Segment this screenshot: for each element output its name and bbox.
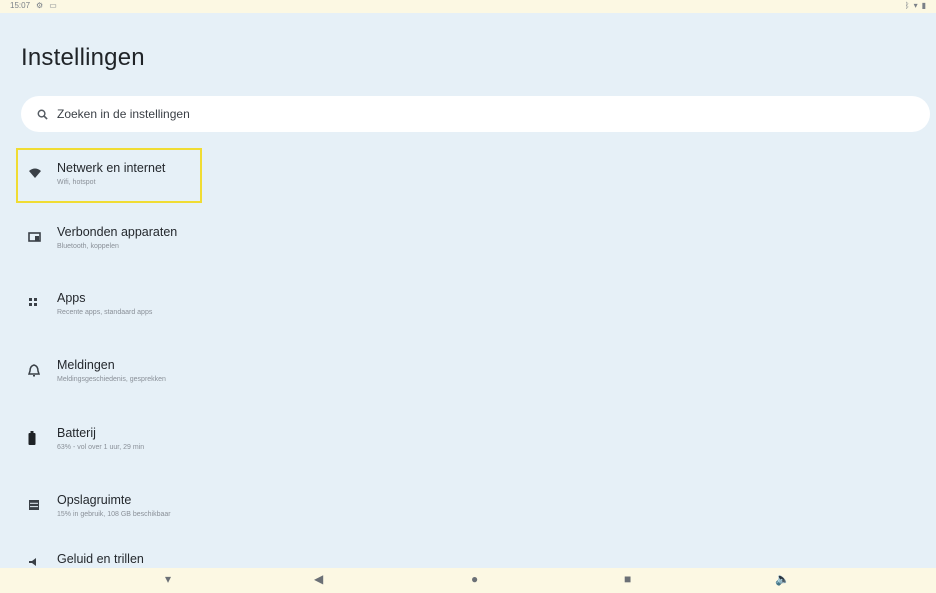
wifi-status-icon: ▾ bbox=[913, 1, 918, 10]
storage-icon bbox=[28, 496, 54, 514]
settings-item-batterij[interactable]: Batterij 63% - vol over 1 uur, 29 min bbox=[21, 413, 621, 463]
settings-item-label: Batterij bbox=[57, 425, 96, 440]
settings-item-apps[interactable]: Apps Recente apps, standaard apps bbox=[21, 278, 621, 328]
status-left: 15:07 ⚙ ▭ bbox=[10, 1, 57, 10]
bell-icon bbox=[28, 361, 54, 379]
settings-item-sub: 15% in gebruik, 108 GB beschikbaar bbox=[57, 510, 171, 518]
settings-item-sub: Recente apps, standaard apps bbox=[57, 308, 153, 316]
settings-item-label: Apps bbox=[57, 290, 86, 305]
navigation-bar: ▾ ◀ ● ■ 🔈 bbox=[0, 568, 936, 593]
screen-icon: ▭ bbox=[49, 1, 57, 10]
settings-item-meldingen[interactable]: Meldingen Meldingsgeschiedenis, gesprekk… bbox=[21, 345, 621, 395]
settings-item-sub: Meldingsgeschiedenis, gesprekken bbox=[57, 375, 166, 383]
battery-icon bbox=[28, 429, 54, 447]
recents-icon[interactable]: ■ bbox=[624, 572, 631, 586]
settings-item-sub: Bluetooth, koppelen bbox=[57, 242, 119, 250]
status-time: 15:07 bbox=[10, 1, 31, 10]
search-placeholder: Zoeken in de instellingen bbox=[57, 107, 190, 121]
settings-item-sub: 63% - vol over 1 uur, 29 min bbox=[57, 443, 145, 451]
home-icon[interactable]: ● bbox=[471, 572, 478, 586]
status-bar: 15:07 ⚙ ▭ ᛒ ▾ ▮ bbox=[0, 0, 936, 13]
apps-icon bbox=[28, 294, 54, 312]
settings-item-label: Verbonden apparaten bbox=[57, 224, 178, 239]
highlight-box bbox=[16, 148, 202, 203]
bluetooth-icon: ᛒ bbox=[904, 1, 910, 10]
search-bar[interactable]: Zoeken in de instellingen bbox=[21, 96, 930, 132]
search-icon bbox=[35, 107, 49, 121]
page-title: Instellingen bbox=[21, 44, 145, 71]
back-icon[interactable]: ◀ bbox=[314, 572, 323, 586]
settings-item-label: Geluid en trillen bbox=[57, 552, 144, 566]
settings-item-label: Meldingen bbox=[57, 357, 115, 372]
settings-item-verbonden[interactable]: Verbonden apparaten Bluetooth, koppelen bbox=[21, 212, 621, 262]
settings-small-icon: ⚙ bbox=[36, 1, 44, 10]
keyboard-icon[interactable]: ▾ bbox=[165, 572, 171, 586]
battery-small-icon: ▮ bbox=[921, 1, 926, 10]
status-right: ᛒ ▾ ▮ bbox=[905, 1, 926, 10]
settings-item-opslagruimte[interactable]: Opslagruimte 15% in gebruik, 108 GB besc… bbox=[21, 480, 621, 530]
volume-icon[interactable]: 🔈 bbox=[775, 572, 790, 586]
devices-icon bbox=[28, 228, 54, 246]
settings-item-label: Opslagruimte bbox=[57, 492, 132, 507]
